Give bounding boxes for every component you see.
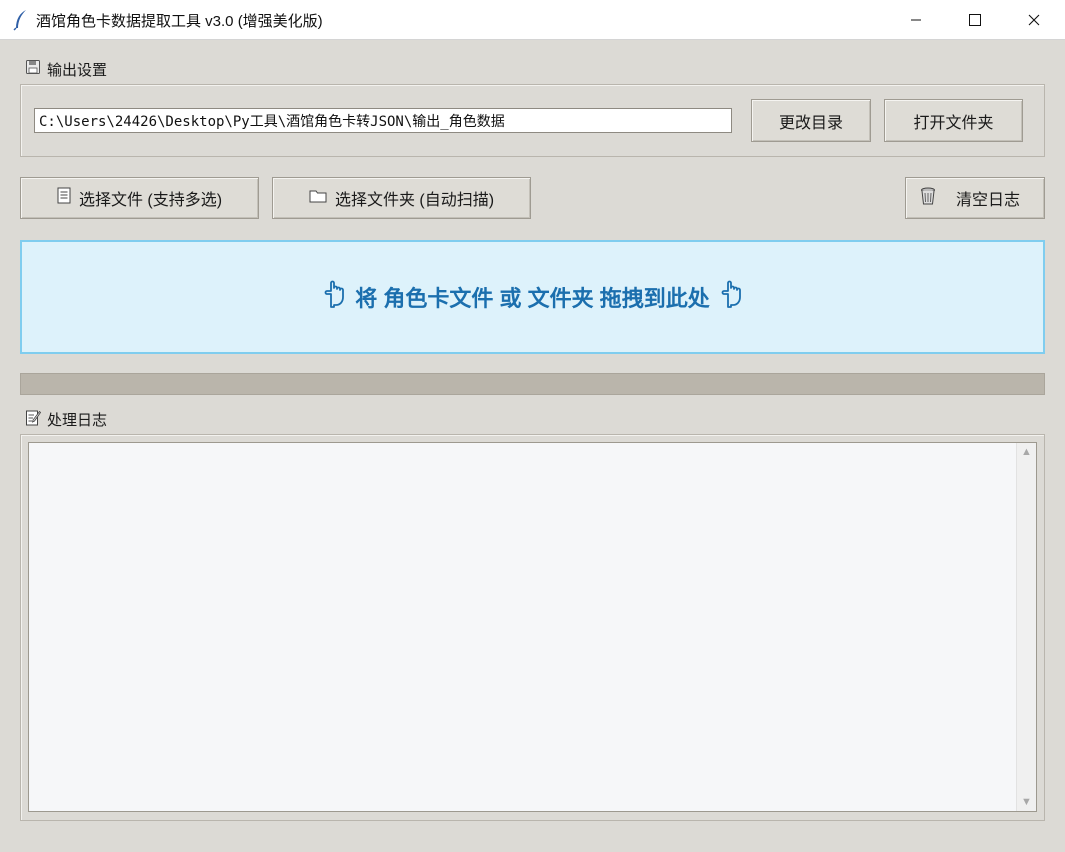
progress-bar bbox=[20, 373, 1045, 395]
select-files-label: 选择文件 (支持多选) bbox=[78, 192, 223, 209]
open-folder-label: 打开文件夹 bbox=[913, 114, 994, 132]
change-directory-label: 更改目录 bbox=[778, 114, 843, 132]
pointing-down-hand-icon bbox=[720, 280, 742, 314]
log-scrollbar[interactable]: ▲ ▼ bbox=[1016, 443, 1036, 811]
change-directory-button[interactable]: 更改目录 bbox=[751, 99, 871, 142]
trash-icon bbox=[920, 187, 936, 210]
folder-icon bbox=[309, 189, 327, 208]
save-icon bbox=[25, 59, 41, 79]
window-title: 酒馆角色卡数据提取工具 v3.0 (增强美化版) bbox=[36, 13, 323, 30]
minimize-icon bbox=[911, 19, 921, 21]
maximize-button[interactable] bbox=[946, 0, 1004, 40]
log-label: 处理日志 bbox=[25, 409, 107, 429]
scroll-down-arrow[interactable]: ▼ bbox=[1017, 796, 1036, 808]
close-icon bbox=[1028, 14, 1040, 26]
minimize-button[interactable] bbox=[887, 0, 945, 40]
select-folder-button[interactable]: 选择文件夹 (自动扫描) bbox=[272, 177, 531, 219]
scroll-up-arrow[interactable]: ▲ bbox=[1017, 446, 1036, 458]
document-icon bbox=[57, 187, 71, 209]
log-textarea[interactable] bbox=[28, 442, 1037, 812]
close-button[interactable] bbox=[1005, 0, 1063, 40]
output-path-input[interactable] bbox=[34, 108, 732, 133]
output-settings-text: 输出设置 bbox=[47, 61, 108, 79]
clear-log-label: 清空日志 bbox=[956, 192, 1021, 209]
select-files-button[interactable]: 选择文件 (支持多选) bbox=[20, 177, 259, 219]
log-label-text: 处理日志 bbox=[47, 411, 108, 429]
output-settings-label: 输出设置 bbox=[25, 59, 107, 79]
feather-icon bbox=[12, 9, 30, 31]
open-folder-button[interactable]: 打开文件夹 bbox=[884, 99, 1023, 142]
select-folder-label: 选择文件夹 (自动扫描) bbox=[334, 192, 495, 209]
memo-icon bbox=[25, 409, 42, 430]
pointing-down-hand-icon bbox=[323, 280, 345, 314]
drop-zone[interactable]: 将 角色卡文件 或 文件夹 拖拽到此处 bbox=[20, 240, 1045, 354]
drop-zone-text: 将 角色卡文件 或 文件夹 拖拽到此处 bbox=[355, 286, 710, 311]
maximize-icon bbox=[969, 14, 981, 26]
title-bar: 酒馆角色卡数据提取工具 v3.0 (增强美化版) bbox=[0, 0, 1065, 40]
clear-log-button[interactable]: 清空日志 bbox=[905, 177, 1045, 219]
